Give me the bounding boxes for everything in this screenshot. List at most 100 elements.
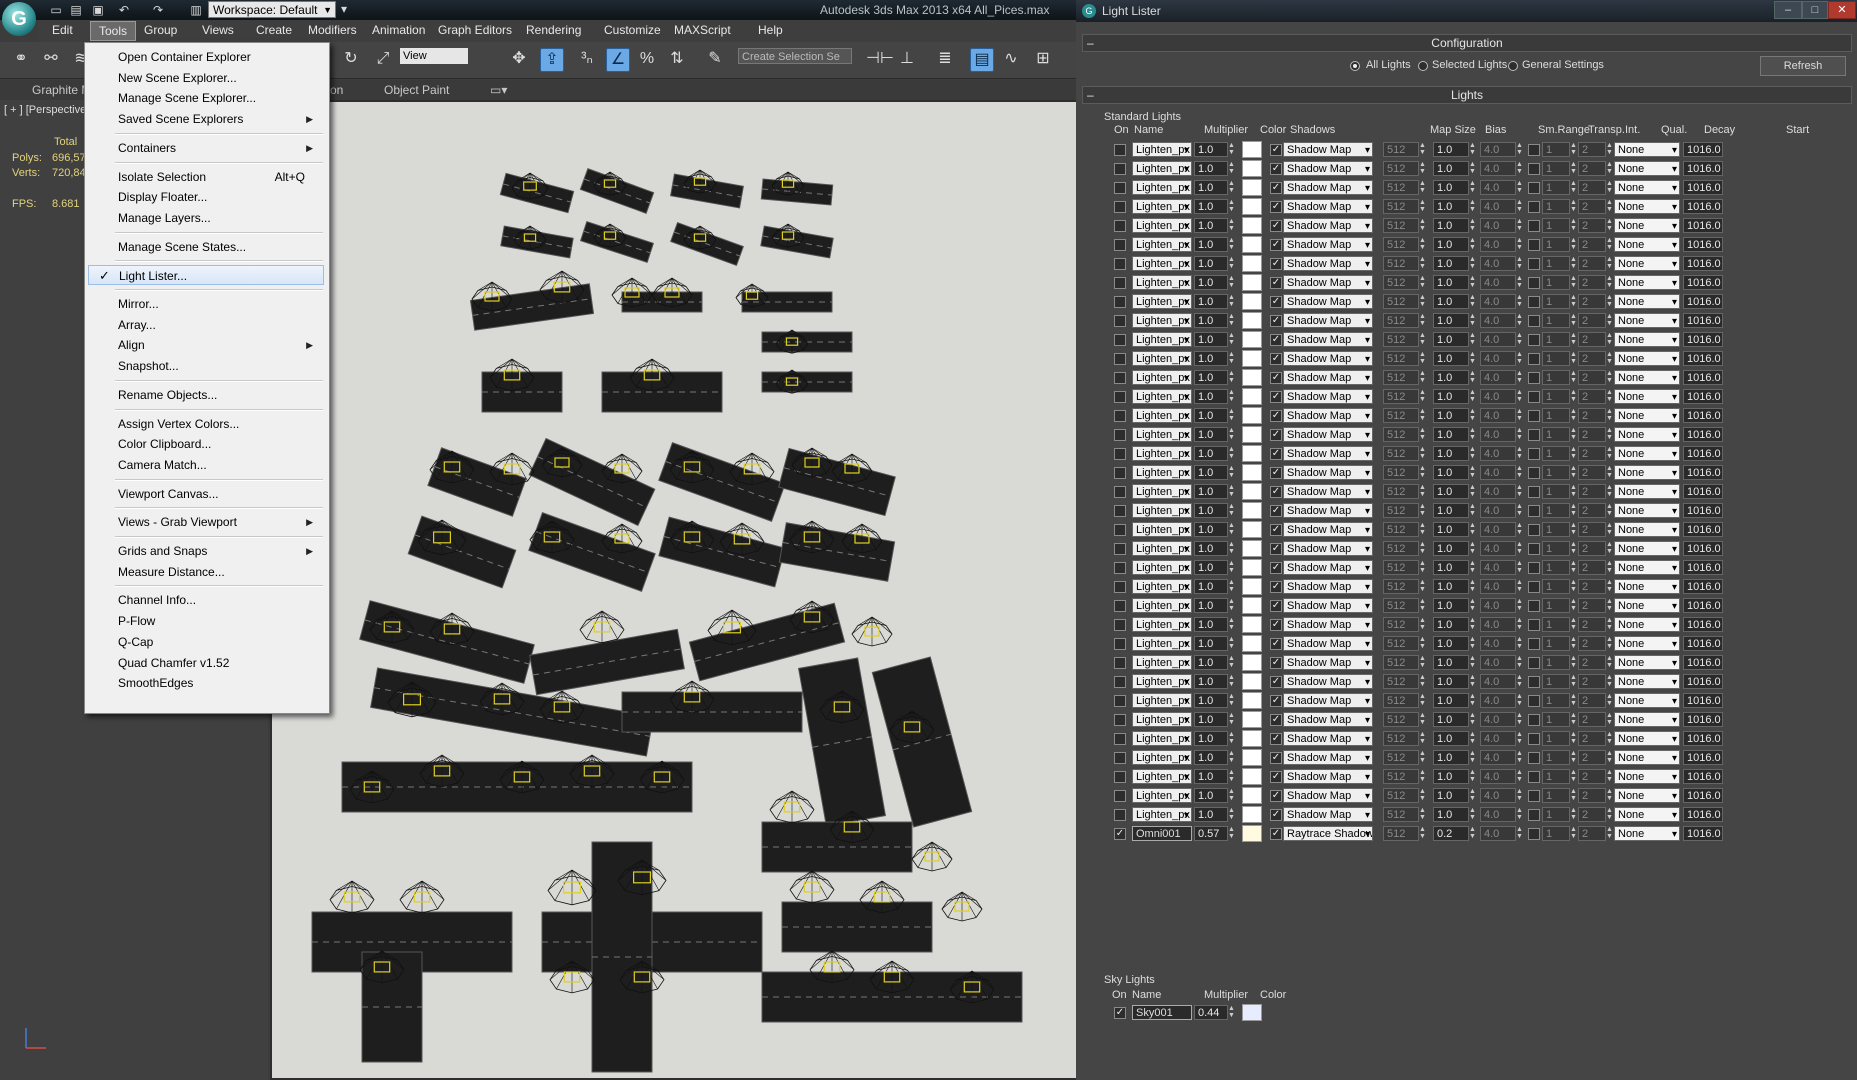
- shadow-type-select[interactable]: Shadow Map: [1283, 370, 1373, 385]
- spinner-arrows-icon[interactable]: ▲ ▼: [1570, 408, 1577, 423]
- spinner-arrows-icon[interactable]: ▲ ▼: [1570, 655, 1577, 670]
- spinner-arrows-icon[interactable]: ▲ ▼: [1606, 693, 1613, 708]
- light-on-checkbox[interactable]: [1114, 201, 1126, 213]
- menu-item-quad-chamfer-v1-52[interactable]: Quad Chamfer v1.52: [118, 653, 323, 673]
- shadows-checkbox[interactable]: ✓: [1270, 524, 1282, 536]
- shadows-checkbox[interactable]: ✓: [1270, 809, 1282, 821]
- start-spinner[interactable]: 1016.0: [1683, 598, 1723, 613]
- multiplier-spinner[interactable]: 1.0: [1194, 617, 1228, 632]
- spinner-arrows-icon[interactable]: ▲ ▼: [1469, 503, 1476, 518]
- project-folder-icon[interactable]: ▥: [188, 2, 204, 18]
- spinner-arrows-icon[interactable]: ▲ ▼: [1419, 598, 1426, 613]
- spinner-arrows-icon[interactable]: ▲ ▼: [1606, 541, 1613, 556]
- spinner-arrows-icon[interactable]: ▲ ▼: [1469, 370, 1476, 385]
- sm-range-spinner[interactable]: 4.0: [1480, 484, 1516, 499]
- spinner-arrows-icon[interactable]: ▲ ▼: [1516, 427, 1523, 442]
- spinner-arrows-icon[interactable]: ▲ ▼: [1606, 294, 1613, 309]
- spinner-arrows-icon[interactable]: ▲ ▼: [1228, 465, 1235, 480]
- start-spinner[interactable]: 1016.0: [1683, 446, 1723, 461]
- sm-range-spinner[interactable]: 4.0: [1480, 788, 1516, 803]
- spinner-arrows-icon[interactable]: ▲ ▼: [1228, 180, 1235, 195]
- spinner-arrows-icon[interactable]: ▲ ▼: [1419, 636, 1426, 651]
- start-spinner[interactable]: 1016.0: [1683, 427, 1723, 442]
- light-color-swatch[interactable]: [1242, 521, 1262, 538]
- qual-spinner[interactable]: 2: [1578, 674, 1606, 689]
- sm-range-spinner[interactable]: 4.0: [1480, 541, 1516, 556]
- spinner-arrows-icon[interactable]: ▲ ▼: [1228, 617, 1235, 632]
- light-name-field[interactable]: Lighten_px: [1132, 674, 1192, 689]
- start-spinner[interactable]: 1016.0: [1683, 731, 1723, 746]
- qual-spinner[interactable]: 2: [1578, 237, 1606, 252]
- shadow-type-select[interactable]: Shadow Map: [1283, 769, 1373, 784]
- spinner-arrows-icon[interactable]: ▲ ▼: [1516, 370, 1523, 385]
- sm-range-spinner[interactable]: 4.0: [1480, 389, 1516, 404]
- map-size-spinner[interactable]: 512: [1383, 693, 1419, 708]
- light-name-field[interactable]: Lighten_px: [1132, 522, 1192, 537]
- qual-spinner[interactable]: 2: [1578, 693, 1606, 708]
- spinner-arrows-icon[interactable]: ▲ ▼: [1606, 484, 1613, 499]
- int-spinner[interactable]: 1: [1542, 275, 1570, 290]
- multiplier-spinner[interactable]: 1.0: [1194, 142, 1228, 157]
- menu-rendering[interactable]: Rendering: [526, 23, 581, 37]
- transp-checkbox[interactable]: [1528, 752, 1540, 764]
- spinner-arrows-icon[interactable]: ▲ ▼: [1228, 503, 1235, 518]
- shadows-checkbox[interactable]: ✓: [1270, 163, 1282, 175]
- multiplier-spinner[interactable]: 1.0: [1194, 465, 1228, 480]
- multiplier-spinner[interactable]: 1.0: [1194, 503, 1228, 518]
- light-color-swatch[interactable]: [1242, 483, 1262, 500]
- decay-select[interactable]: None: [1614, 370, 1680, 385]
- multiplier-spinner[interactable]: 1.0: [1194, 332, 1228, 347]
- decay-select[interactable]: None: [1614, 503, 1680, 518]
- map-size-spinner[interactable]: 512: [1383, 503, 1419, 518]
- multiplier-spinner[interactable]: 1.0: [1194, 275, 1228, 290]
- pivot-center-icon[interactable]: ✥: [508, 48, 530, 70]
- viewport-label[interactable]: [ + ] [Perspective: [4, 104, 86, 116]
- minimize-icon[interactable]: –: [1774, 1, 1802, 19]
- menu-item-smoothedges[interactable]: SmoothEdges: [118, 673, 323, 693]
- shadow-type-select[interactable]: Shadow Map: [1283, 731, 1373, 746]
- transp-checkbox[interactable]: [1528, 543, 1540, 555]
- light-name-field[interactable]: Omni001: [1132, 826, 1192, 841]
- start-spinner[interactable]: 1016.0: [1683, 370, 1723, 385]
- spinner-arrows-icon[interactable]: ▲ ▼: [1469, 313, 1476, 328]
- qual-spinner[interactable]: 2: [1578, 503, 1606, 518]
- light-on-checkbox[interactable]: [1114, 638, 1126, 650]
- spinner-arrows-icon[interactable]: ▲ ▼: [1419, 712, 1426, 727]
- spinner-arrows-icon[interactable]: ▲ ▼: [1469, 237, 1476, 252]
- perspective-viewport[interactable]: [270, 100, 1076, 1080]
- spinner-arrows-icon[interactable]: ▲ ▼: [1419, 693, 1426, 708]
- light-name-field[interactable]: Lighten_px: [1132, 807, 1192, 822]
- spinner-arrows-icon[interactable]: ▲ ▼: [1469, 655, 1476, 670]
- qual-spinner[interactable]: 2: [1578, 161, 1606, 176]
- spinner-arrows-icon[interactable]: ▲ ▼: [1419, 750, 1426, 765]
- bias-spinner[interactable]: 1.0: [1433, 370, 1469, 385]
- map-size-spinner[interactable]: 512: [1383, 655, 1419, 670]
- spinner-arrows-icon[interactable]: ▲ ▼: [1606, 332, 1613, 347]
- light-color-swatch[interactable]: [1242, 502, 1262, 519]
- bias-spinner[interactable]: 1.0: [1433, 427, 1469, 442]
- shadow-type-select[interactable]: Shadow Map: [1283, 503, 1373, 518]
- transp-checkbox[interactable]: [1528, 486, 1540, 498]
- spinner-arrows-icon[interactable]: ▲ ▼: [1606, 408, 1613, 423]
- int-spinner[interactable]: 1: [1542, 180, 1570, 195]
- menu-item-viewport-canvas[interactable]: Viewport Canvas...: [118, 484, 323, 504]
- light-name-field[interactable]: Lighten_px: [1132, 560, 1192, 575]
- multiplier-spinner[interactable]: 1.0: [1194, 351, 1228, 366]
- light-color-swatch[interactable]: [1242, 730, 1262, 747]
- sm-range-spinner[interactable]: 4.0: [1480, 446, 1516, 461]
- sm-range-spinner[interactable]: 4.0: [1480, 275, 1516, 290]
- qual-spinner[interactable]: 2: [1578, 218, 1606, 233]
- spinner-arrows-icon[interactable]: ▲ ▼: [1419, 275, 1426, 290]
- multiplier-spinner[interactable]: 1.0: [1194, 750, 1228, 765]
- spinner-arrows-icon[interactable]: ▲ ▼: [1419, 313, 1426, 328]
- int-spinner[interactable]: 1: [1542, 237, 1570, 252]
- light-name-field[interactable]: Lighten_px: [1132, 313, 1192, 328]
- spinner-arrows-icon[interactable]: ▲ ▼: [1570, 389, 1577, 404]
- start-spinner[interactable]: 1016.0: [1683, 522, 1723, 537]
- decay-select[interactable]: None: [1614, 465, 1680, 480]
- shadows-checkbox[interactable]: ✓: [1270, 714, 1282, 726]
- tab-graphite-modeling[interactable]: Graphite M: [32, 83, 91, 97]
- qual-spinner[interactable]: 2: [1578, 351, 1606, 366]
- light-on-checkbox[interactable]: [1114, 239, 1126, 251]
- spinner-arrows-icon[interactable]: ▲ ▼: [1419, 256, 1426, 271]
